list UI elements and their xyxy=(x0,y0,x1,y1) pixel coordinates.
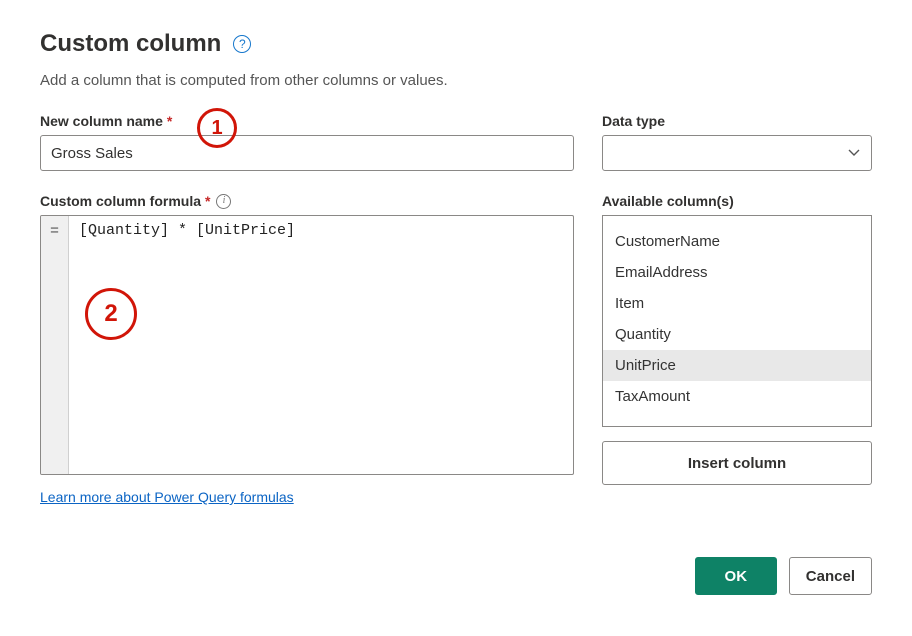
data-type-label: Data type xyxy=(602,113,872,129)
dialog-subtitle: Add a column that is computed from other… xyxy=(40,72,872,89)
list-item[interactable]: UnitPrice xyxy=(603,350,871,381)
list-item[interactable]: Quantity xyxy=(603,319,871,350)
dialog-title: Custom column xyxy=(40,30,221,58)
info-icon[interactable]: i xyxy=(216,194,231,209)
list-item[interactable]: CustomerName xyxy=(603,226,871,257)
required-marker: * xyxy=(205,193,210,209)
formula-gutter: = xyxy=(41,216,69,474)
cancel-button[interactable]: Cancel xyxy=(789,557,872,595)
formula-label-text: Custom column formula xyxy=(40,193,201,209)
chevron-down-icon xyxy=(847,146,861,160)
formula-label: Custom column formula * xyxy=(40,193,210,209)
available-columns-list[interactable]: OrderDateCustomerNameEmailAddressItemQua… xyxy=(602,215,872,427)
new-column-name-label-text: New column name xyxy=(40,113,163,129)
list-item[interactable]: EmailAddress xyxy=(603,257,871,288)
new-column-name-input[interactable] xyxy=(40,135,574,171)
learn-more-link[interactable]: Learn more about Power Query formulas xyxy=(40,489,294,505)
formula-editor[interactable]: = [Quantity] * [UnitPrice] xyxy=(40,215,574,475)
required-marker: * xyxy=(167,113,172,129)
data-type-select[interactable] xyxy=(602,135,872,171)
insert-column-button[interactable]: Insert column xyxy=(602,441,872,485)
list-item[interactable]: TaxAmount xyxy=(603,381,871,412)
dialog-title-row: Custom column ? xyxy=(40,30,872,58)
list-item[interactable]: Item xyxy=(603,288,871,319)
available-columns-label: Available column(s) xyxy=(602,193,872,209)
formula-text[interactable]: [Quantity] * [UnitPrice] xyxy=(69,216,573,474)
ok-button[interactable]: OK xyxy=(695,557,777,595)
new-column-name-label: New column name * xyxy=(40,113,574,129)
dialog-footer: OK Cancel xyxy=(40,557,872,595)
help-icon[interactable]: ? xyxy=(233,35,251,53)
list-item[interactable]: OrderDate xyxy=(603,215,871,226)
